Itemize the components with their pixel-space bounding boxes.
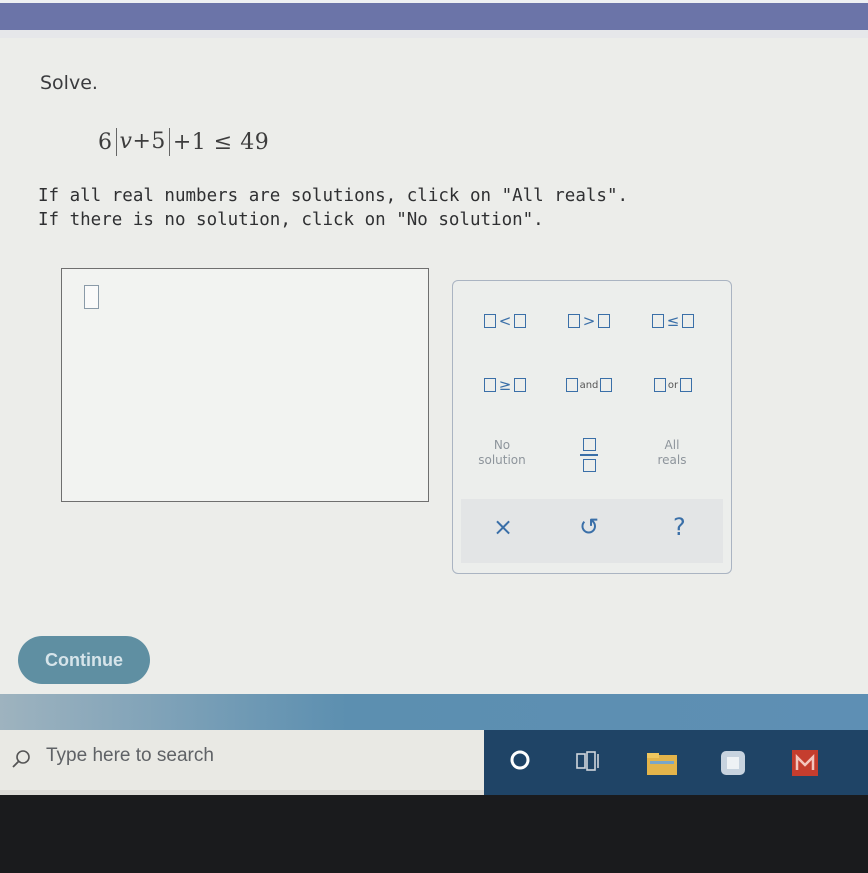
answer-placeholder-box[interactable]: [84, 285, 99, 309]
app-icon[interactable]: [718, 748, 748, 782]
continue-button[interactable]: Continue: [18, 636, 150, 684]
fraction-icon: [580, 438, 598, 472]
box-icon: [483, 314, 496, 328]
box-icon: [567, 314, 580, 328]
keypad-action-row: × ↺ ?: [461, 499, 723, 563]
close-icon: ×: [493, 513, 514, 541]
taskbar-search-box[interactable]: Type here to search: [0, 730, 484, 790]
instruction-no-solution: If there is no solution, click on "No so…: [38, 210, 544, 230]
greater-equal-button[interactable]: ≥: [475, 373, 535, 397]
instruction-all-reals: If all real numbers are solutions, click…: [38, 186, 629, 206]
absolute-value: v+5: [115, 128, 170, 156]
abs-variable: v: [119, 129, 133, 154]
help-button[interactable]: ?: [673, 513, 686, 541]
answer-input-box[interactable]: [61, 268, 429, 502]
fraction-button[interactable]: [569, 433, 609, 477]
search-icon: [10, 748, 32, 770]
box-icon: [514, 378, 527, 392]
box-icon: [565, 378, 578, 392]
and-button[interactable]: and: [557, 373, 621, 397]
monitor-bezel: [0, 795, 868, 873]
help-icon: ?: [673, 513, 686, 541]
browser-viewport: Solve. 6 v+5 +1 ≤ 49 If all real numbers…: [0, 0, 868, 800]
mail-app-icon[interactable]: [790, 748, 820, 782]
box-icon: [682, 314, 695, 328]
less-equal-button[interactable]: ≤: [643, 309, 703, 333]
cortana-icon[interactable]: [508, 748, 532, 776]
less-than-button[interactable]: <: [475, 309, 535, 333]
search-placeholder: Type here to search: [46, 745, 214, 766]
box-icon: [483, 378, 496, 392]
abs-constant: 5: [151, 129, 166, 154]
inequality-rest: +1 ≤ 49: [172, 129, 270, 155]
clear-button[interactable]: ×: [493, 513, 513, 541]
no-solution-button[interactable]: No solution: [467, 433, 537, 473]
box-icon: [651, 314, 664, 328]
all-reals-button[interactable]: All reals: [637, 433, 707, 473]
coefficient: 6: [98, 129, 113, 155]
windows-taskbar: Type here to search: [0, 730, 868, 795]
task-view-icon[interactable]: [576, 750, 602, 776]
question-prompt: Solve.: [40, 72, 98, 94]
greater-than-button[interactable]: >: [559, 309, 619, 333]
undo-button[interactable]: ↺: [579, 513, 599, 541]
math-keypad: < > ≤ ≥ and or No solution All reals × ↺…: [452, 280, 732, 574]
instructions: If all real numbers are solutions, click…: [38, 184, 628, 232]
box-icon: [653, 378, 666, 392]
undo-icon: ↺: [579, 513, 600, 541]
footer-band: [0, 694, 868, 730]
inequality-expression: 6 v+5 +1 ≤ 49: [98, 128, 269, 156]
or-button[interactable]: or: [643, 373, 703, 397]
header-bar: [0, 0, 868, 38]
file-explorer-icon[interactable]: [646, 752, 678, 780]
box-icon: [680, 378, 693, 392]
abs-plus: +: [132, 129, 152, 154]
box-icon: [600, 378, 613, 392]
box-icon: [514, 314, 527, 328]
taskbar-apps: [484, 730, 868, 795]
box-icon: [598, 314, 611, 328]
